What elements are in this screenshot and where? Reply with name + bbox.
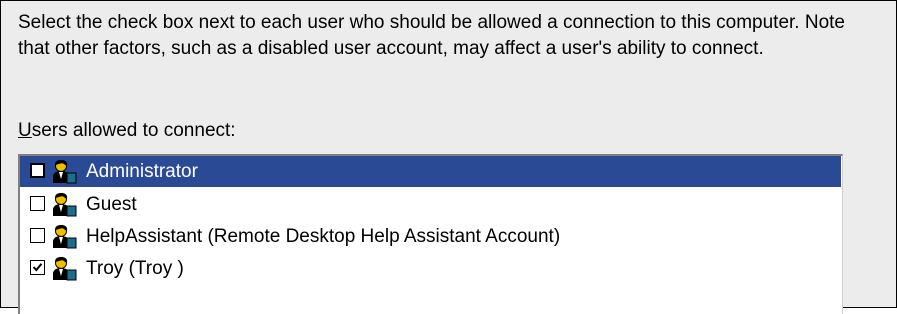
user-icon xyxy=(53,225,77,249)
user-name: Troy (Troy ) xyxy=(86,258,184,279)
dialog-panel: Select the check box next to each user w… xyxy=(0,0,897,314)
user-icon xyxy=(53,160,77,184)
instructions-text: Select the check box next to each user w… xyxy=(18,12,846,59)
checkmark-icon xyxy=(32,263,43,272)
checkbox-administrator[interactable] xyxy=(30,163,45,178)
checkbox-troy[interactable] xyxy=(30,260,45,275)
user-name: HelpAssistant (Remote Desktop Help Assis… xyxy=(86,226,561,247)
users-allowed-label: Users allowed to connect: xyxy=(18,119,236,143)
users-label-text: sers allowed to connect: xyxy=(31,120,236,141)
list-item-troy[interactable]: Troy (Troy ) xyxy=(20,253,841,284)
user-icon xyxy=(53,257,77,281)
user-icon xyxy=(53,193,77,217)
users-listbox[interactable]: Administrator Guest HelpAssistant (Remot… xyxy=(18,154,843,314)
user-name: Administrator xyxy=(86,161,198,182)
users-label-mnemonic: U xyxy=(18,120,32,141)
checkbox-guest[interactable] xyxy=(30,196,45,211)
checkbox-helpassistant[interactable] xyxy=(30,228,45,243)
user-name: Guest xyxy=(86,194,137,215)
list-item-helpassistant[interactable]: HelpAssistant (Remote Desktop Help Assis… xyxy=(20,221,841,252)
list-item-administrator[interactable]: Administrator xyxy=(20,156,841,187)
list-item-guest[interactable]: Guest xyxy=(20,189,841,220)
